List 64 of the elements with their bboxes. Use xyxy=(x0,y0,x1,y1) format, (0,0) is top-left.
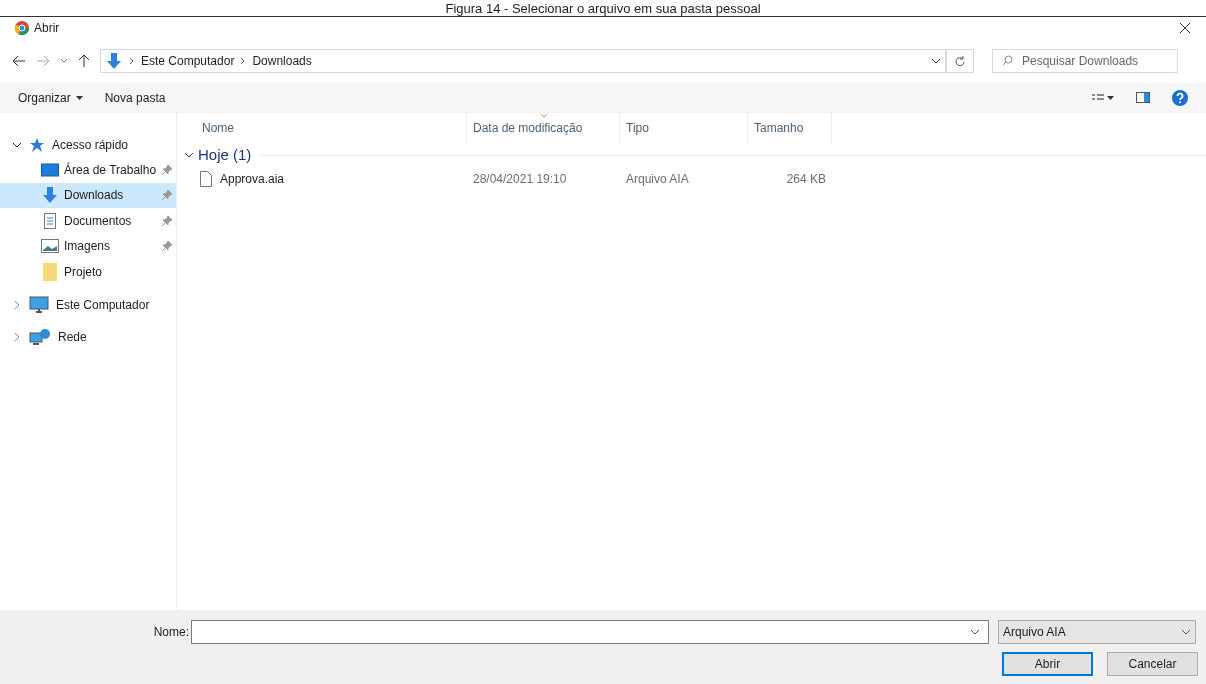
refresh-icon xyxy=(955,55,965,67)
organize-menu-button[interactable]: Organizar xyxy=(18,88,83,107)
search-icon xyxy=(1002,55,1013,66)
sidebar-item[interactable]: Documentos xyxy=(0,208,176,234)
network-icon xyxy=(29,327,51,346)
file-name-field[interactable] xyxy=(191,620,989,644)
column-header[interactable]: Tamanho xyxy=(748,113,832,143)
desktop-icon xyxy=(41,162,59,177)
column-header[interactable]: Tipo xyxy=(620,113,748,143)
sidebar-item[interactable]: Área de Trabalho xyxy=(0,157,176,183)
document-icon xyxy=(44,212,56,229)
column-header[interactable]: Nome xyxy=(196,113,467,143)
pin-icon[interactable] xyxy=(162,241,172,252)
app-logo-icon xyxy=(15,21,29,35)
caret-icon xyxy=(75,95,83,100)
pin-icon[interactable] xyxy=(162,164,172,175)
back-arrow-icon[interactable] xyxy=(12,55,26,67)
sidebar-item[interactable]: Acesso rápido xyxy=(0,133,176,157)
chevron-down-icon[interactable] xyxy=(970,629,980,635)
sidebar-item[interactable]: Imagens xyxy=(0,233,176,259)
chevron-right-icon[interactable] xyxy=(12,299,22,310)
image-icon xyxy=(41,239,59,254)
column-header[interactable]: Data de modificação xyxy=(467,113,620,143)
search-field[interactable]: Pesquisar Downloads xyxy=(992,49,1178,73)
new-folder-button[interactable]: Nova pasta xyxy=(104,88,166,107)
open-button[interactable]: Abrir xyxy=(1002,652,1093,676)
computer-icon xyxy=(29,295,49,314)
refresh-button[interactable] xyxy=(946,49,974,73)
breadcrumb-chevron-icon[interactable] xyxy=(240,57,247,65)
table-cell-text: Arquivo AIA xyxy=(625,171,690,188)
chevron-down-icon[interactable] xyxy=(931,57,941,65)
field-label: Nome: xyxy=(152,624,190,641)
sidebar-item[interactable]: Este Computador xyxy=(0,292,176,317)
breadcrumb-item[interactable]: Downloads xyxy=(252,52,312,70)
group-header[interactable]: Hoje (1) xyxy=(198,143,252,167)
view-options-icon[interactable] xyxy=(1092,92,1114,103)
download-arrow-icon xyxy=(105,52,123,70)
window-title: Abrir xyxy=(34,20,60,37)
table-cell-text: 28/04/2021 19:10 xyxy=(472,171,568,188)
address-bar[interactable]: Este Computador Downloads xyxy=(100,49,946,73)
cancel-button[interactable]: Cancelar xyxy=(1107,652,1198,676)
help-icon[interactable] xyxy=(1172,89,1188,106)
chevron-down-icon[interactable] xyxy=(184,150,194,160)
figure-caption: Figura 14 - Selecionar o arquivo em sua pasta pessoal xyxy=(445,2,761,16)
table-cell-text: 264 KB xyxy=(785,171,827,188)
folder-icon xyxy=(43,262,57,281)
chevron-down-icon[interactable] xyxy=(12,140,22,150)
sidebar-item[interactable]: Rede xyxy=(0,324,176,349)
file-row[interactable]: Approva.aia 28/04/2021 19:10 Arquivo AIA 264 KB xyxy=(196,167,1206,191)
pin-icon[interactable] xyxy=(162,215,172,226)
file-type-dropdown[interactable]: Arquivo AIA xyxy=(998,620,1196,644)
star-icon xyxy=(29,137,45,153)
preview-pane-icon[interactable] xyxy=(1136,92,1150,103)
file-name: Approva.aia xyxy=(220,171,285,188)
chevron-right-icon[interactable] xyxy=(12,331,22,342)
sidebar-item[interactable]: Downloads xyxy=(0,182,176,208)
close-icon[interactable] xyxy=(1179,22,1191,34)
breadcrumb-chevron-icon[interactable] xyxy=(129,57,135,65)
chevron-down-icon xyxy=(1181,629,1191,635)
download-arrow-icon xyxy=(41,186,59,205)
sidebar-item[interactable]: Projeto xyxy=(0,259,176,285)
breadcrumb-item[interactable]: Este Computador xyxy=(141,52,235,70)
file-icon xyxy=(200,171,212,187)
up-arrow-icon[interactable] xyxy=(78,54,90,68)
